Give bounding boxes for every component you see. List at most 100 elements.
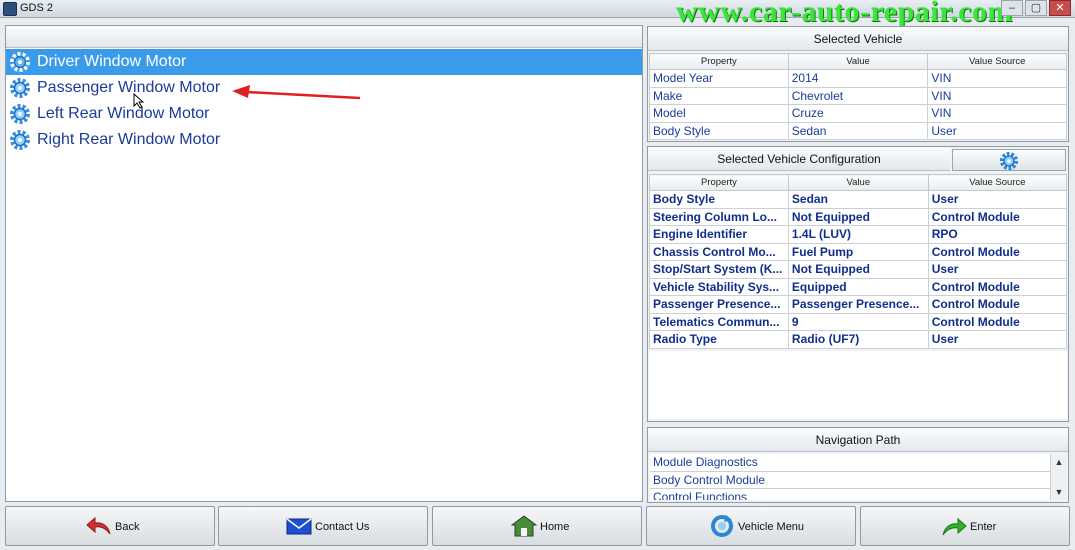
enter-button[interactable]: Enter bbox=[860, 506, 1070, 546]
gear-icon bbox=[999, 151, 1019, 171]
list-item-label: Driver Window Motor bbox=[37, 53, 187, 70]
configure-vehicle-button[interactable] bbox=[952, 149, 1066, 171]
cell-source: RPO bbox=[927, 225, 1068, 244]
cell-property: Model bbox=[649, 104, 789, 123]
column-header-value-source[interactable]: Value Source bbox=[927, 53, 1067, 70]
cell-source: User bbox=[927, 190, 1068, 209]
back-button[interactable]: Back bbox=[5, 506, 215, 546]
table-row[interactable]: Telematics Commun... 9 Control Module bbox=[649, 312, 1068, 331]
table-row[interactable]: Radio Type Radio (UF7) User bbox=[649, 330, 1068, 349]
table-row[interactable]: Steering Column Lo... Not Equipped Contr… bbox=[649, 207, 1068, 226]
cell-value: Passenger Presence... bbox=[787, 295, 929, 314]
button-label: Home bbox=[540, 521, 570, 533]
column-header-value-source[interactable]: Value Source bbox=[927, 174, 1068, 191]
cell-value: 2014 bbox=[787, 69, 929, 88]
envelope-icon bbox=[286, 518, 312, 535]
cell-source: Control Module bbox=[927, 242, 1068, 261]
cell-source: VIN bbox=[927, 86, 1067, 105]
home-icon bbox=[511, 515, 537, 537]
cell-source: Control Module bbox=[927, 312, 1068, 331]
column-header-property[interactable]: Property bbox=[649, 53, 789, 70]
selected-vehicle-panel: Selected Vehicle Property Value Value So… bbox=[647, 26, 1069, 142]
cell-value: Fuel Pump bbox=[787, 242, 929, 261]
refresh-icon bbox=[711, 515, 733, 537]
home-button[interactable]: Home bbox=[432, 506, 642, 546]
panel-title: Selected Vehicle Configuration bbox=[648, 147, 950, 171]
list-item-left-rear-window-motor[interactable]: Left Rear Window Motor bbox=[6, 101, 642, 127]
navigation-path-list: Module Diagnostics Body Control Module C… bbox=[650, 454, 1050, 500]
cell-property: Model Year bbox=[649, 69, 789, 88]
gear-icon bbox=[10, 52, 30, 72]
gear-icon bbox=[10, 130, 30, 150]
maximize-button[interactable]: ▢ bbox=[1025, 0, 1047, 16]
column-header-property[interactable]: Property bbox=[649, 174, 789, 191]
cell-source: User bbox=[927, 330, 1068, 349]
navigation-scrollbar[interactable]: ▲ ▼ bbox=[1050, 454, 1066, 500]
cell-value: Sedan bbox=[787, 190, 929, 209]
table-row[interactable]: Passenger Presence... Passenger Presence… bbox=[649, 295, 1068, 314]
cell-source: User bbox=[927, 121, 1067, 140]
cell-value: Cruze bbox=[787, 104, 929, 123]
cell-source: Control Module bbox=[927, 277, 1068, 296]
table-row[interactable]: Vehicle Stability Sys... Equipped Contro… bbox=[649, 277, 1068, 296]
cell-source: Control Module bbox=[927, 207, 1068, 226]
list-item-label: Right Rear Window Motor bbox=[37, 131, 221, 148]
column-header-value[interactable]: Value bbox=[787, 174, 929, 191]
gear-icon bbox=[10, 104, 30, 124]
navigation-path-panel: Navigation Path Module Diagnostics Body … bbox=[647, 427, 1069, 503]
table-empty-area bbox=[649, 351, 1067, 419]
scroll-up-icon[interactable]: ▲ bbox=[1051, 454, 1067, 470]
mouse-cursor-icon bbox=[133, 93, 145, 109]
cell-property: Body Style bbox=[649, 121, 789, 140]
panel-title: Selected Vehicle bbox=[648, 27, 1068, 51]
list-item-label: Passenger Window Motor bbox=[37, 79, 221, 96]
list-item-driver-window-motor[interactable]: Driver Window Motor bbox=[6, 49, 642, 75]
red-arrow-annotation bbox=[232, 85, 361, 100]
cell-value: Equipped bbox=[787, 277, 929, 296]
app-icon bbox=[3, 2, 17, 16]
table-row[interactable]: Engine Identifier 1.4L (LUV) RPO bbox=[649, 225, 1068, 244]
cell-property: Passenger Presence... bbox=[649, 295, 789, 314]
table-row[interactable]: Body Style Sedan User bbox=[649, 121, 1067, 140]
button-label: Vehicle Menu bbox=[738, 521, 805, 533]
gear-icon bbox=[10, 78, 30, 98]
list-item-right-rear-window-motor[interactable]: Right Rear Window Motor bbox=[6, 127, 642, 153]
window-controls: – ▢ ✕ bbox=[1001, 0, 1071, 16]
table-row[interactable]: Body Style Sedan User bbox=[649, 190, 1068, 209]
nav-path-item-module-diagnostics[interactable]: Module Diagnostics bbox=[650, 454, 1050, 472]
close-button[interactable]: ✕ bbox=[1049, 0, 1071, 16]
table-row[interactable]: Model Year 2014 VIN bbox=[649, 69, 1067, 88]
list-item-label: Left Rear Window Motor bbox=[37, 105, 210, 122]
panel-title: Navigation Path bbox=[648, 428, 1068, 452]
scroll-down-icon[interactable]: ▼ bbox=[1051, 484, 1067, 500]
list-header bbox=[6, 26, 642, 48]
button-label: Enter bbox=[970, 521, 997, 533]
table-row[interactable]: Make Chevrolet VIN bbox=[649, 86, 1067, 105]
cell-value: Not Equipped bbox=[787, 207, 929, 226]
selected-vehicle-table: Property Value Value Source Model Year 2… bbox=[649, 53, 1067, 140]
cell-source: VIN bbox=[927, 104, 1067, 123]
vehicle-menu-button[interactable]: Vehicle Menu bbox=[646, 506, 856, 546]
cell-property: Chassis Control Mo... bbox=[649, 242, 789, 261]
nav-path-item-body-control-module[interactable]: Body Control Module bbox=[650, 472, 1050, 489]
cell-value: 9 bbox=[787, 312, 929, 331]
cell-value: Radio (UF7) bbox=[787, 330, 929, 349]
contact-us-button[interactable]: Contact Us bbox=[218, 506, 428, 546]
table-row[interactable]: Model Cruze VIN bbox=[649, 104, 1067, 123]
cell-property: Engine Identifier bbox=[649, 225, 789, 244]
cell-property: Telematics Commun... bbox=[649, 312, 789, 331]
window-title: GDS 2 bbox=[20, 2, 54, 14]
cell-value: Chevrolet bbox=[787, 86, 929, 105]
cell-property: Body Style bbox=[649, 190, 789, 209]
cell-value: 1.4L (LUV) bbox=[787, 225, 929, 244]
table-row[interactable]: Chassis Control Mo... Fuel Pump Control … bbox=[649, 242, 1068, 261]
minimize-button[interactable]: – bbox=[1001, 0, 1023, 16]
nav-path-item-control-functions[interactable]: Control Functions bbox=[650, 489, 1050, 500]
table-row[interactable]: Stop/Start System (K... Not Equipped Use… bbox=[649, 260, 1068, 279]
cell-source: User bbox=[927, 260, 1068, 279]
cell-value: Sedan bbox=[787, 121, 929, 140]
vehicle-configuration-table: Property Value Value Source Body Style S… bbox=[649, 174, 1068, 349]
cell-property: Radio Type bbox=[649, 330, 789, 349]
column-header-value[interactable]: Value bbox=[787, 53, 929, 70]
button-label: Contact Us bbox=[315, 521, 370, 533]
